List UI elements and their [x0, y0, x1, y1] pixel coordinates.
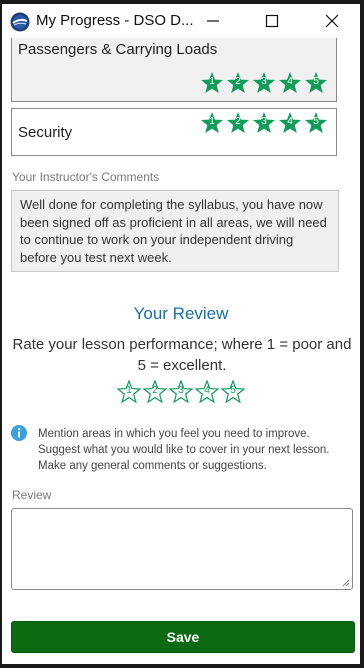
skill-rating: 1 2 3 4 5	[200, 71, 328, 95]
minimize-icon	[207, 20, 219, 22]
review-textarea[interactable]	[11, 508, 353, 590]
star-3-icon: 3	[252, 111, 276, 135]
app-logo-icon	[10, 12, 30, 32]
rate-star-4-icon[interactable]: 4	[195, 380, 219, 404]
star-1-icon: 1	[200, 111, 224, 135]
window-title: My Progress - DSO D...	[36, 12, 194, 29]
close-button[interactable]	[321, 10, 343, 32]
review-field-label: Review	[12, 488, 52, 502]
resize-grip-icon[interactable]	[342, 579, 350, 587]
maximize-icon	[265, 14, 279, 28]
skill-label: Passengers & Carrying Loads	[18, 41, 218, 58]
maximize-button[interactable]	[261, 10, 283, 32]
progress-content: Passengers & Carrying Loads 1 2 3 4 5 Se…	[2, 38, 360, 664]
star-4-icon: 4	[278, 71, 302, 95]
review-description: Rate your lesson performance; where 1 = …	[12, 336, 352, 374]
rate-star-5-icon[interactable]: 5	[221, 380, 245, 404]
review-title: Your Review	[133, 304, 229, 323]
close-icon	[325, 14, 339, 28]
star-5-icon: 5	[304, 111, 328, 135]
rate-star-3-icon[interactable]: 3	[169, 380, 193, 404]
star-2-icon: 2	[226, 111, 250, 135]
star-1-icon: 1	[200, 71, 224, 95]
review-rating: 1 2 3 4 5	[117, 380, 245, 404]
instructor-comments: Well done for completing the syllabus, y…	[11, 190, 339, 272]
skill-label: Security	[18, 124, 73, 141]
minimize-button[interactable]	[202, 10, 224, 32]
title-bar: My Progress - DSO D...	[2, 4, 360, 38]
app-window: My Progress - DSO D... Passengers & Carr…	[2, 4, 360, 664]
rate-star-1-icon[interactable]: 1	[117, 380, 141, 404]
comments-label: Your Instructor's Comments	[12, 170, 160, 184]
skill-card-passengers: Passengers & Carrying Loads 1 2 3 4 5	[11, 38, 337, 102]
star-4-icon: 4	[278, 111, 302, 135]
skill-card-security: Security 1 2 3 4 5	[11, 108, 337, 156]
info-icon	[11, 425, 27, 441]
review-info-text: Mention areas in which you feel you need…	[38, 428, 330, 472]
star-5-icon: 5	[304, 71, 328, 95]
star-3-icon: 3	[252, 71, 276, 95]
rate-star-2-icon[interactable]: 2	[143, 380, 167, 404]
save-button[interactable]: Save	[11, 621, 355, 653]
skill-rating: 1 2 3 4 5	[200, 111, 328, 135]
star-2-icon: 2	[226, 71, 250, 95]
